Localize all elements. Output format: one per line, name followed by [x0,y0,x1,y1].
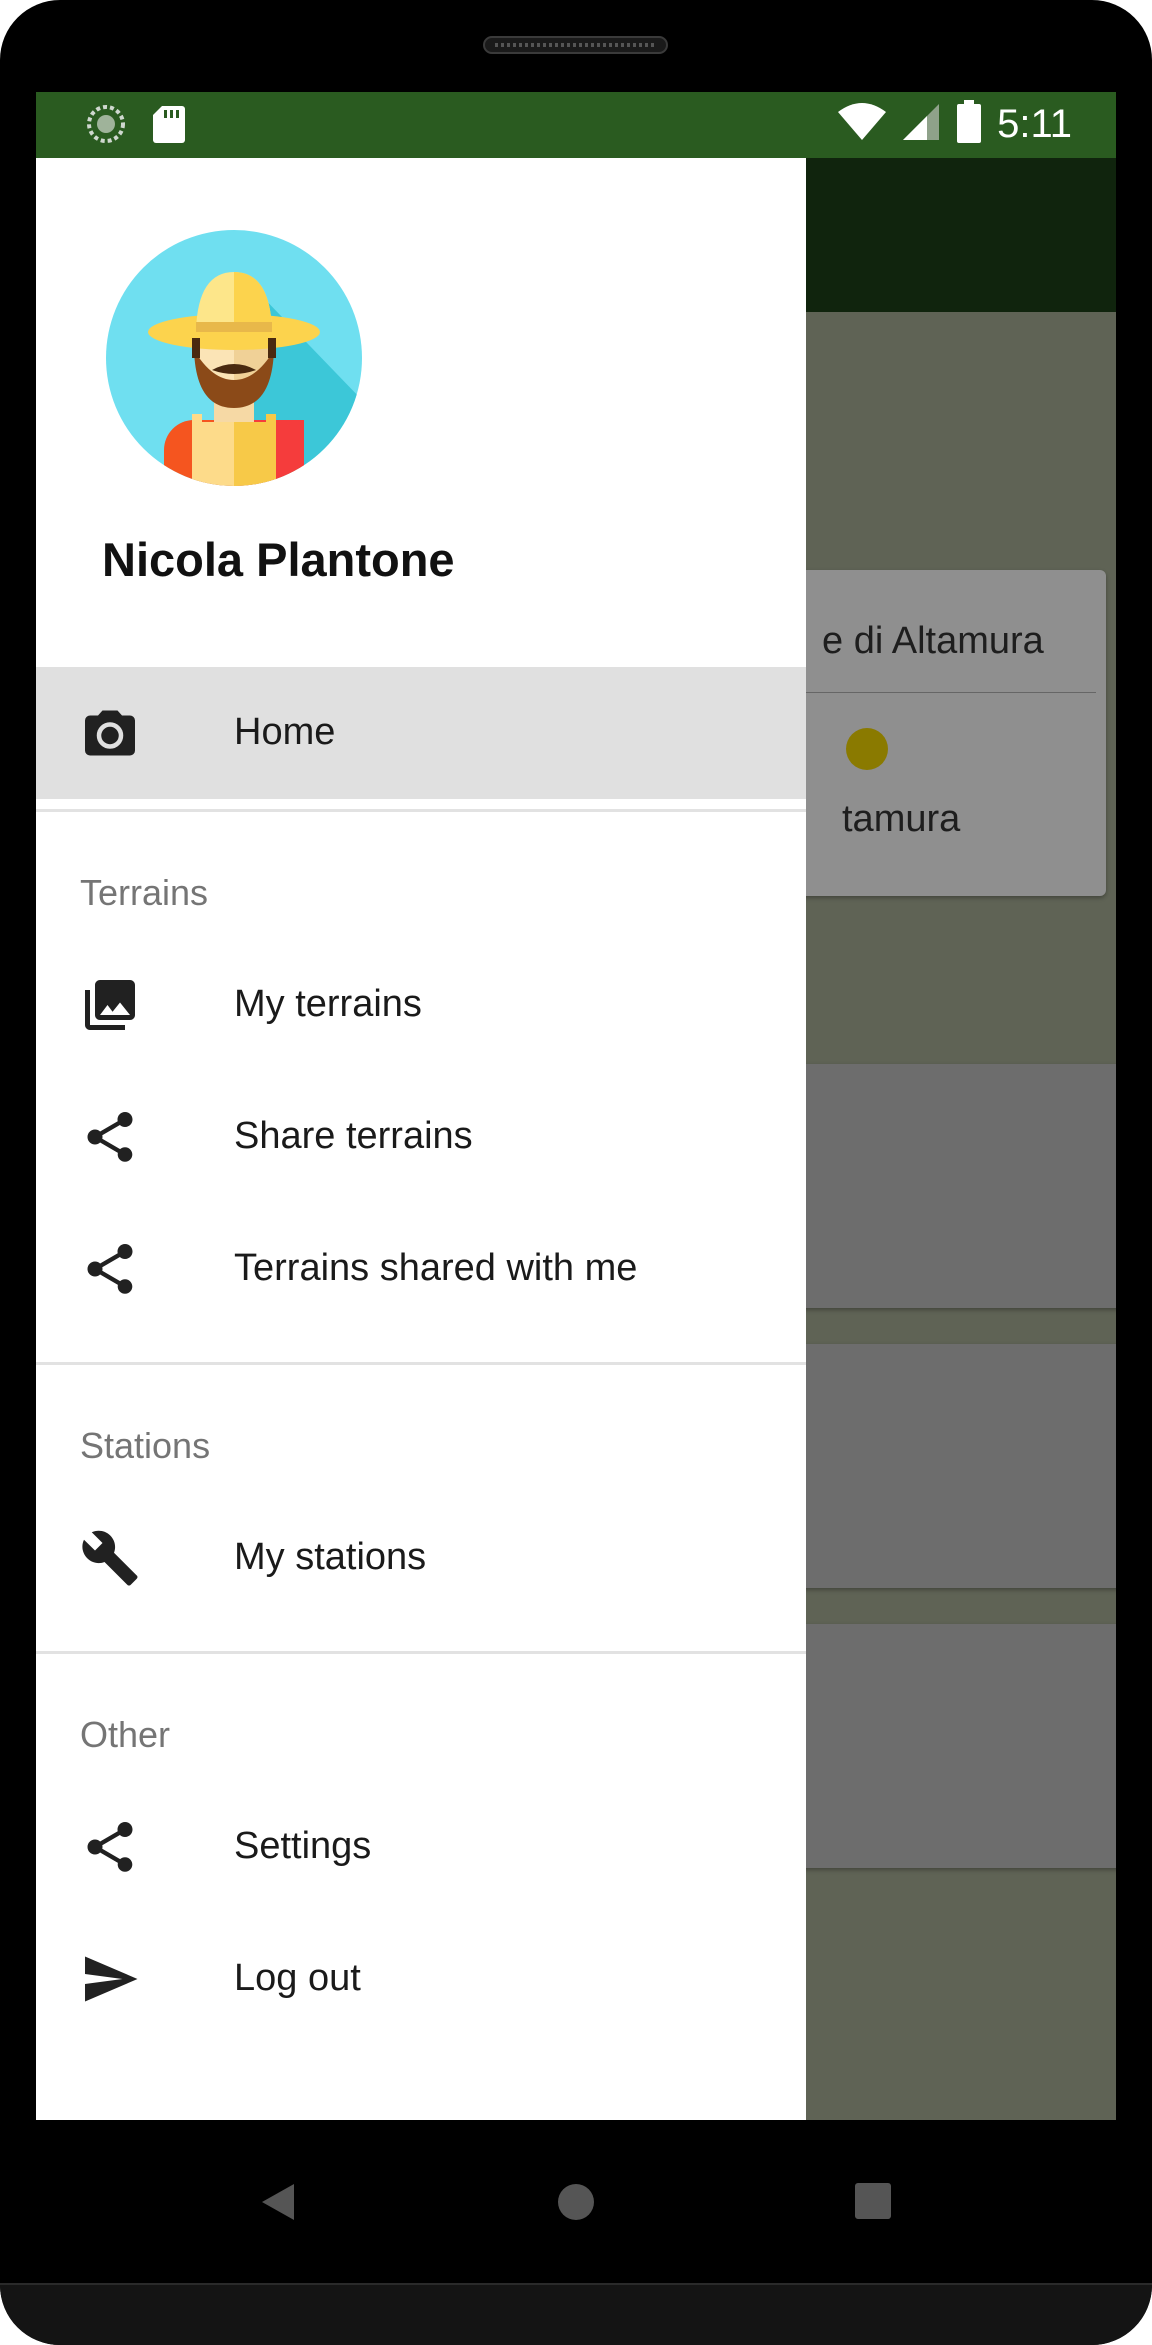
farmer-avatar[interactable] [106,230,362,486]
navigation-drawer: Nicola Plantone Home Terrains My terrain… [36,158,806,2120]
wifi-icon [837,102,887,147]
system-nav-bar [0,2120,1152,2285]
nav-item-home[interactable]: Home [36,667,806,799]
nav-item-label: My stations [234,1536,427,1578]
divider [36,1362,806,1365]
wrench-icon [80,1528,140,1588]
phone-frame: 5:11 e di Altamura tamura Nicola Planton… [0,0,1152,2345]
card-divider [806,692,1096,693]
earpiece-speaker [483,36,668,54]
send-icon [80,1949,140,2009]
share-icon [80,1239,140,1299]
nav-item-log-out[interactable]: Log out [36,1913,806,2045]
status-dot [846,728,888,770]
nav-item-terrains-shared-with-me[interactable]: Terrains shared with me [36,1203,806,1335]
nav-item-label: Settings [234,1825,372,1867]
nav-item-label: Log out [234,1957,361,1999]
battery-icon [955,100,983,149]
sd-card-icon [152,104,186,149]
status-time: 5:11 [997,102,1072,146]
terrain-card-title: e di Altamura [822,620,1044,662]
nav-item-settings[interactable]: Settings [36,1781,806,1913]
section-title-other: Other [80,1714,171,1755]
cell-signal-icon [901,102,941,147]
nav-item-label: Home [234,711,336,753]
recents-icon[interactable] [854,2182,892,2225]
nav-item-my-terrains[interactable]: My terrains [36,939,806,1071]
photo-library-icon [80,975,140,1035]
terrain-card-subtitle: tamura [842,798,961,840]
nav-item-label: Share terrains [234,1115,473,1157]
nav-item-my-stations[interactable]: My stations [36,1492,806,1624]
divider [36,1651,806,1654]
section-title-stations: Stations [80,1425,211,1466]
status-bar: 5:11 [36,92,1116,158]
back-icon[interactable] [260,2182,296,2227]
section-title-terrains: Terrains [80,872,209,913]
nav-item-label: My terrains [234,983,422,1025]
nav-item-share-terrains[interactable]: Share terrains [36,1071,806,1203]
nav-item-label: Terrains shared with me [234,1247,638,1289]
share-icon [80,1107,140,1167]
home-icon[interactable] [556,2182,596,2227]
divider [36,809,806,812]
user-name: Nicola Plantone [102,533,455,586]
share-icon [80,1817,140,1877]
screen: 5:11 e di Altamura tamura Nicola Planton… [36,92,1116,2120]
phone-bottom-rim [0,2283,1152,2345]
sync-icon [86,104,126,149]
camera-icon [80,703,140,763]
